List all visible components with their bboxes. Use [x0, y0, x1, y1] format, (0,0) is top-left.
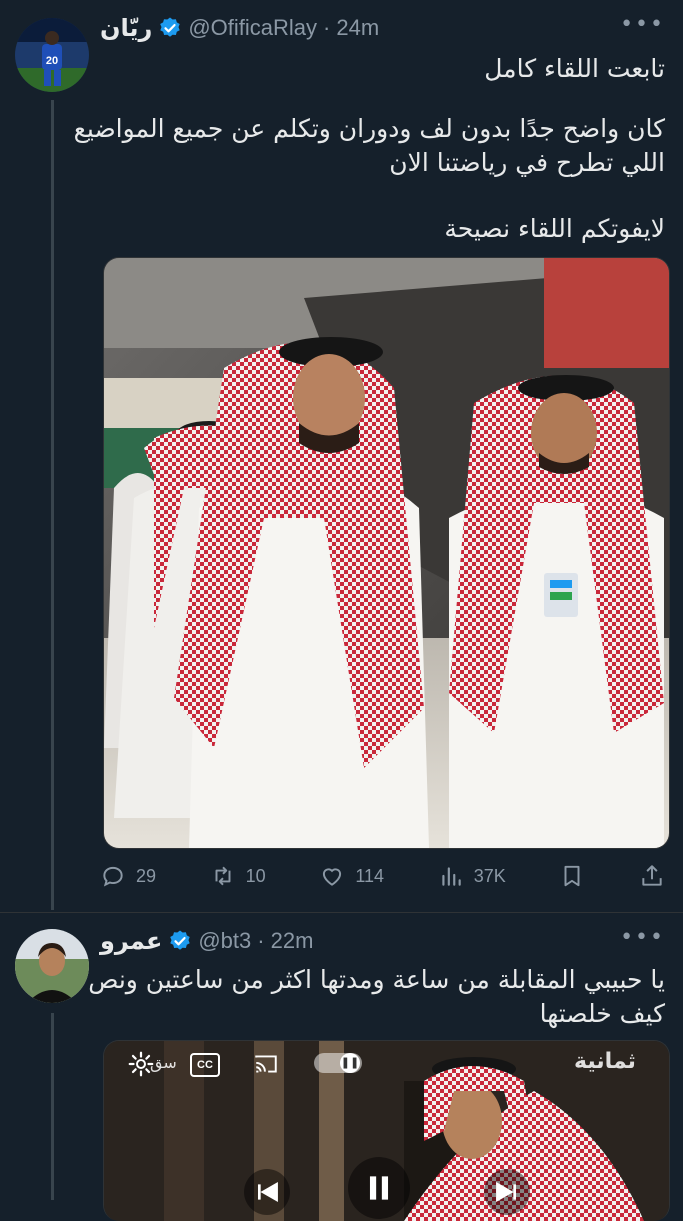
- tweet-video[interactable]: سق CC ❚❚ ثمانية: [103, 1040, 670, 1221]
- more-icon[interactable]: •••: [620, 12, 665, 37]
- retweet-icon: [215, 866, 231, 886]
- tweet-photo[interactable]: [103, 257, 670, 849]
- verified-badge-icon: [170, 930, 191, 950]
- retweet-count: 10: [245, 865, 266, 886]
- views-icon: [442, 867, 461, 886]
- handle[interactable]: @bt3: [198, 928, 251, 954]
- share-icon: [642, 865, 662, 886]
- settings-label: سق: [150, 1053, 177, 1072]
- skip-forward-icon: [496, 1182, 517, 1202]
- skip-back-icon: [257, 1182, 278, 1202]
- separator-dot: ·: [323, 15, 331, 40]
- tweet-text-line: تابعت اللقاء كامل: [484, 54, 665, 83]
- timestamp[interactable]: 22m: [271, 928, 314, 954]
- avatar[interactable]: [15, 929, 89, 1003]
- thread-line: [51, 1013, 54, 1200]
- cc-label: CC: [197, 1059, 213, 1071]
- tweet-header: ريّان @OfificaRlay · 24m: [100, 8, 665, 48]
- captions-button[interactable]: CC: [190, 1053, 220, 1077]
- handle[interactable]: @OfificaRlay: [188, 15, 317, 41]
- cast-button[interactable]: [252, 1051, 280, 1081]
- like-count: 114: [355, 865, 385, 886]
- reply-count: 29: [136, 865, 157, 886]
- tweet-text-line: يا حبيبي المقابلة من ساعة ومدتها اكثر من…: [88, 965, 665, 994]
- verified-badge-icon: [160, 17, 181, 37]
- avatar[interactable]: 20: [15, 18, 89, 92]
- pause-icon: [369, 1176, 389, 1200]
- tweet-text-line: كيف خلصتها: [539, 999, 665, 1028]
- tweet-text-line: اللي تطرح في رياضتنا الان: [389, 148, 665, 177]
- tweet-1[interactable]: 20 ريّان @OfificaRlay · 24m ••• تابعت ال…: [0, 0, 683, 910]
- play-pause-button[interactable]: [348, 1157, 410, 1219]
- view-count: 37K: [473, 865, 506, 886]
- tweet-text-line: لايفوتكم اللقاء نصيحة: [444, 214, 665, 243]
- views-button[interactable]: 37K: [438, 863, 506, 889]
- tweet-2[interactable]: عمرو @bt3 · 22m ••• يا حبيبي المقابلة من…: [0, 913, 683, 1221]
- tweet-header: عمرو @bt3 · 22m: [100, 921, 665, 961]
- bookmark-button[interactable]: [559, 863, 585, 889]
- jersey-number: 20: [46, 55, 58, 67]
- bookmark-icon: [564, 865, 580, 887]
- reply-button[interactable]: 29: [100, 863, 156, 889]
- previous-button[interactable]: [244, 1169, 290, 1215]
- thread-line: [51, 100, 54, 910]
- tweet-text-line: كان واضح جدًا بدون لف ودوران وتكلم عن جم…: [73, 114, 665, 143]
- autoplay-toggle[interactable]: ❚❚: [314, 1053, 362, 1073]
- separator-dot: ·: [257, 928, 265, 953]
- more-icon[interactable]: •••: [620, 925, 665, 950]
- display-name[interactable]: عمرو: [100, 927, 162, 955]
- pause-icon: ❚❚: [340, 1053, 360, 1073]
- like-button[interactable]: 114: [319, 863, 384, 889]
- display-name[interactable]: ريّان: [100, 14, 152, 42]
- share-button[interactable]: [639, 863, 665, 889]
- retweet-button[interactable]: 10: [210, 863, 266, 889]
- next-button[interactable]: [484, 1169, 530, 1215]
- cast-icon: [255, 1055, 277, 1073]
- heart-icon: [323, 868, 342, 886]
- timestamp[interactable]: 24m: [336, 15, 379, 41]
- channel-logo: ثمانية: [574, 1049, 636, 1074]
- reply-icon: [103, 866, 123, 887]
- tweet-actions: 29 10 114 37K: [100, 858, 665, 894]
